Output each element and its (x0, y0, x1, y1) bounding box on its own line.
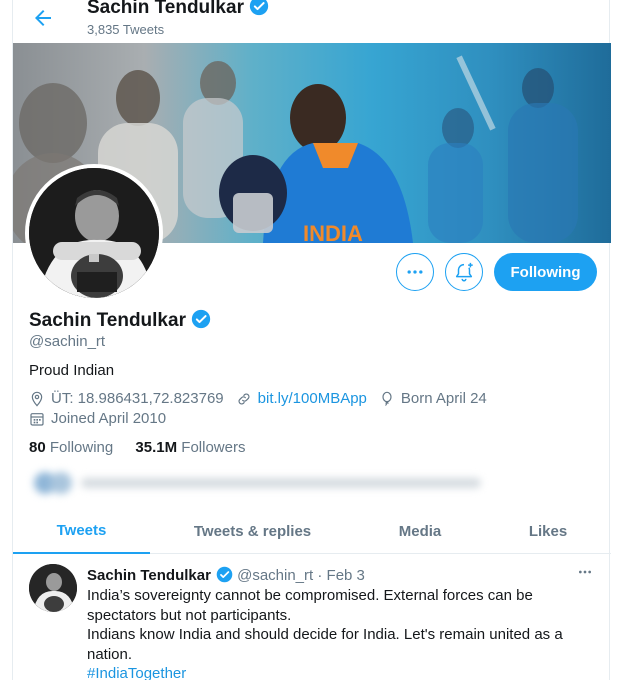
tab-tweets-and-replies[interactable]: Tweets & replies (150, 508, 355, 554)
link-icon (238, 393, 250, 404)
back-arrow-icon[interactable] (31, 6, 55, 30)
header-name: Sachin Tendulkar (87, 0, 244, 18)
tweet-more-icon[interactable] (577, 564, 593, 584)
verified-badge-icon (249, 0, 269, 16)
tab-tweets[interactable]: Tweets (13, 508, 150, 554)
redacted-followed-by-row (31, 470, 491, 496)
header-tweet-count: 3,835 Tweets (87, 22, 165, 37)
tweet-author-avatar[interactable] (29, 564, 77, 612)
profile-joined-date: Joined April 2010 (51, 410, 167, 427)
followers-label: Followers (181, 439, 246, 456)
verified-badge-icon (191, 309, 211, 329)
svg-text:INDIA: INDIA (303, 221, 363, 243)
more-horizontal-icon (407, 270, 423, 274)
redaction-blur (34, 472, 481, 494)
tweet-text-line-2: Indians know India and should decide for… (87, 626, 563, 663)
location-pin-icon (31, 391, 43, 407)
profile-joined-row: Joined April 2010 (29, 410, 166, 427)
more-horizontal-icon (579, 570, 591, 574)
tweet-avatar-image (29, 564, 77, 612)
tab-likes[interactable]: Likes (485, 508, 611, 554)
notifications-button[interactable] (445, 253, 483, 291)
balloon-icon (382, 391, 392, 406)
avatar-image (29, 168, 159, 298)
profile-birthday: Born April 24 (400, 390, 487, 407)
profile-header: Sachin Tendulkar 3,835 Tweets (13, 0, 611, 42)
tab-media[interactable]: Media (355, 508, 485, 554)
tweet-header: Sachin Tendulkar @sachin_rt · Feb 3 (87, 566, 365, 584)
header-title: Sachin Tendulkar (87, 0, 269, 19)
calendar-icon (30, 412, 44, 426)
more-options-button[interactable] (396, 253, 434, 291)
tweet-author-handle: @sachin_rt (237, 567, 314, 584)
followers-count: 35.1M (135, 439, 178, 456)
tweet-date[interactable]: Feb 3 (327, 567, 365, 584)
profile-name: Sachin Tendulkar (29, 309, 211, 332)
profile-name-text: Sachin Tendulkar (29, 310, 186, 331)
profile-location: ÜT: 18.986431,72.823769 (51, 390, 224, 407)
tweet-hashtag-link[interactable]: #IndiaTogether (87, 664, 597, 680)
profile-column: Sachin Tendulkar 3,835 Tweets INDIA Foll… (12, 0, 611, 680)
tweet-text-line-1: India’s sovereignty cannot be compromise… (87, 587, 533, 624)
following-label: Following (49, 439, 114, 456)
profile-meta-row: ÜT: 18.986431,72.823769 bit.ly/100MBApp … (29, 390, 487, 407)
followers-link[interactable]: 35.1M Followers (135, 439, 245, 456)
verified-badge-icon (216, 566, 233, 583)
profile-website-link[interactable]: bit.ly/100MBApp (258, 390, 367, 407)
tweet-text: India’s sovereignty cannot be compromise… (87, 586, 597, 680)
following-count: 80 (29, 439, 46, 456)
follow-stats: 80 Following 35.1M Followers (29, 439, 245, 456)
profile-tabs: Tweets Tweets & replies Media Likes (13, 508, 611, 554)
tweet-author-name[interactable]: Sachin Tendulkar (87, 567, 211, 584)
following-link[interactable]: 80 Following (29, 439, 113, 456)
tweet-separator: · (317, 567, 323, 584)
following-button[interactable]: Following (494, 253, 597, 291)
profile-avatar[interactable] (25, 164, 163, 302)
profile-bio: Proud Indian (29, 362, 115, 379)
profile-handle: @sachin_rt (29, 333, 106, 350)
bell-plus-icon (455, 262, 473, 282)
